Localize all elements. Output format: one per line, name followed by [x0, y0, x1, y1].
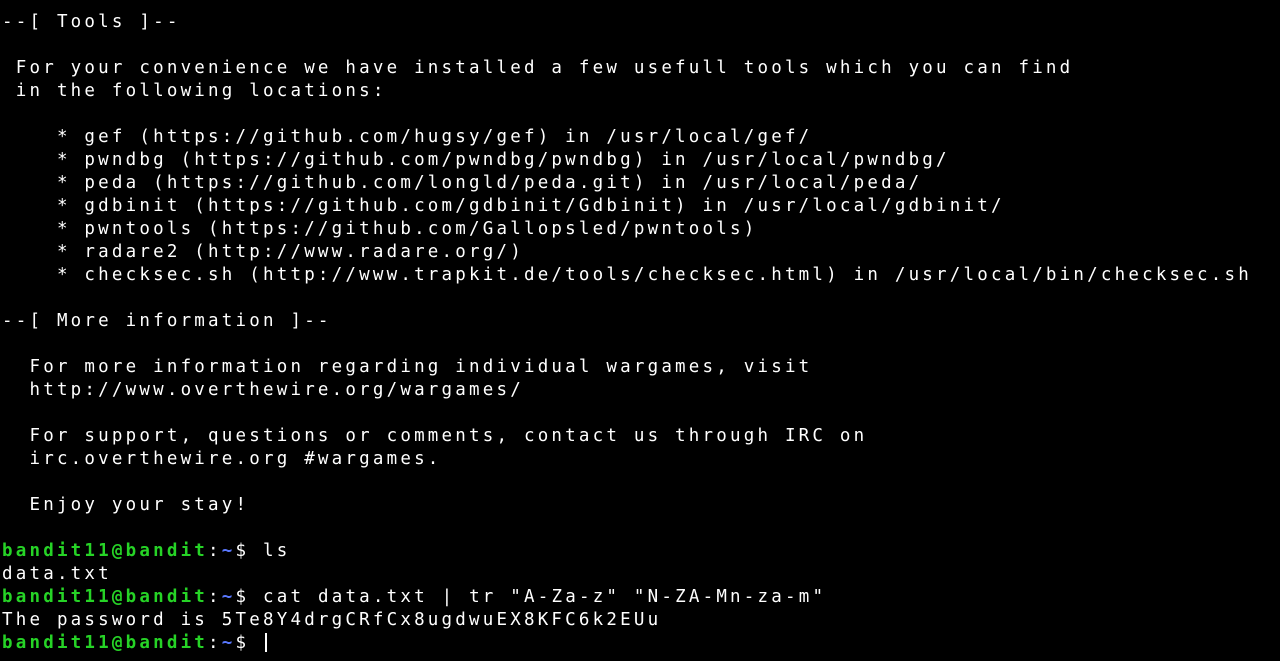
prompt-colon: :	[208, 633, 222, 653]
prompt-path: ~	[221, 541, 236, 561]
tool-entry-checksec: * checksec.sh (http://www.trapkit.de/too…	[2, 265, 1252, 285]
active-prompt-line[interactable]: bandit11@bandit:~$	[2, 632, 268, 655]
motd-line: irc.overthewire.org #wargames.	[2, 449, 442, 469]
tool-entry-gef: * gef (https://github.com/hugsy/gef) in …	[2, 127, 813, 147]
tool-entry-pwndbg: * pwndbg (https://github.com/pwndbg/pwnd…	[2, 150, 950, 170]
terminal-window[interactable]: --[ Tools ]-- For your convenience we ha…	[0, 0, 1280, 661]
command-text: cat data.txt | tr "A-Za-z" "N-ZA-Mn-za-m…	[263, 587, 827, 607]
prompt-symbol: $	[235, 541, 264, 561]
prompt-user-host: bandit11@bandit	[2, 633, 209, 653]
password-output: The password is 5Te8Y4drgCRfCx8ugdwuEX8K…	[2, 610, 662, 630]
prompt-colon: :	[208, 587, 222, 607]
text-cursor	[265, 633, 268, 652]
motd-line: http://www.overthewire.org/wargames/	[2, 380, 524, 400]
motd-line: Enjoy your stay!	[2, 495, 250, 515]
tool-entry-gdbinit: * gdbinit (https://github.com/gdbinit/Gd…	[2, 196, 1005, 216]
tool-entry-pwntools: * pwntools (https://github.com/Gallopsle…	[2, 219, 758, 239]
prompt-colon: :	[208, 541, 222, 561]
motd-line: For support, questions or comments, cont…	[2, 426, 868, 446]
prompt-symbol: $	[235, 587, 264, 607]
prompt-user-host: bandit11@bandit	[2, 587, 209, 607]
motd-line: --[ Tools ]--	[2, 12, 181, 32]
prompt-user-host: bandit11@bandit	[2, 541, 209, 561]
tool-entry-peda: * peda (https://github.com/longld/peda.g…	[2, 173, 923, 193]
prompt-path: ~	[221, 587, 236, 607]
motd-line: For more information regarding individua…	[2, 357, 813, 377]
prompt-path: ~	[221, 633, 236, 653]
motd-line: in the following locations:	[2, 81, 387, 101]
motd-section-heading: --[ More information ]--	[2, 311, 332, 331]
prompt-symbol: $	[235, 633, 264, 653]
tool-entry-radare2: * radare2 (http://www.radare.org/)	[2, 242, 524, 262]
prompt-line: bandit11@bandit:~$ cat data.txt | tr "A-…	[2, 586, 826, 609]
command-text: ls	[263, 541, 291, 561]
command-output: data.txt	[2, 564, 112, 584]
prompt-line: bandit11@bandit:~$ ls	[2, 540, 291, 563]
motd-line: For your convenience we have installed a…	[2, 58, 1074, 78]
